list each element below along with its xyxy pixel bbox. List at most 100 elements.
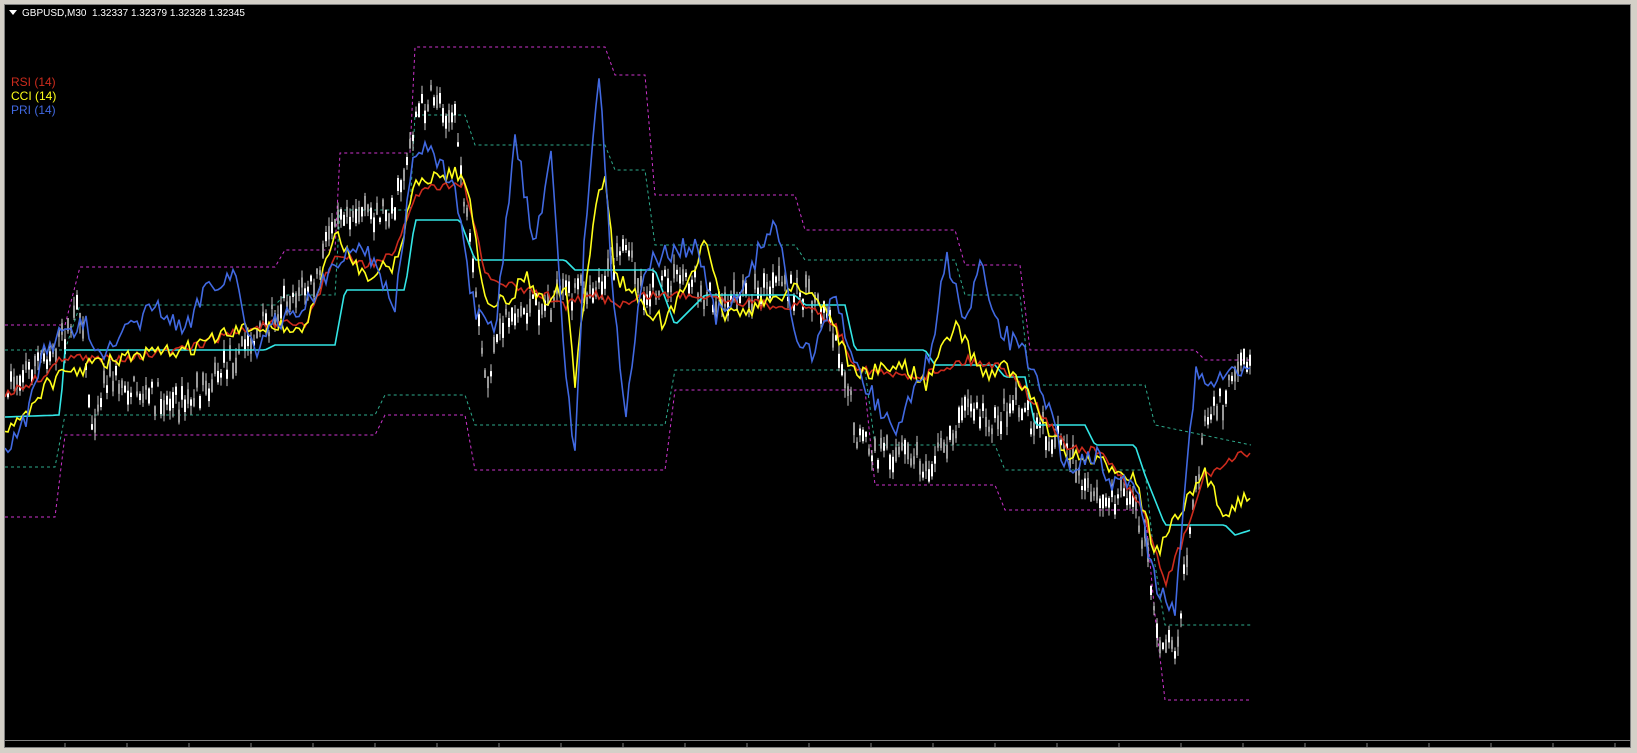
candle-body <box>364 196 366 211</box>
candle-body <box>922 471 924 478</box>
candle-body <box>310 275 312 282</box>
candle-body <box>1219 388 1221 397</box>
candle-body <box>133 376 135 381</box>
candle-body <box>673 264 675 279</box>
candle-body <box>88 394 90 408</box>
candle-body <box>1027 399 1029 410</box>
candle-body <box>400 180 402 193</box>
candle-body <box>877 459 879 469</box>
candle-body <box>481 347 483 354</box>
candle-body <box>928 469 930 482</box>
candle-body <box>526 313 528 324</box>
candle-body <box>766 282 768 290</box>
candle-body <box>28 362 30 370</box>
candle-body <box>331 221 333 234</box>
candle-body <box>931 464 933 477</box>
price-chart[interactable] <box>5 5 1631 748</box>
candle-body <box>895 447 897 462</box>
candle-body <box>412 134 414 142</box>
candle-body <box>337 209 339 224</box>
candle-body <box>934 455 936 464</box>
candle-body <box>1102 494 1104 509</box>
candle-body <box>181 386 183 400</box>
candle-body <box>502 322 504 338</box>
candle-body <box>1228 375 1230 381</box>
candle-body <box>856 441 858 448</box>
candle-body <box>1012 400 1014 411</box>
candle-body <box>232 363 234 379</box>
candle-body <box>1054 436 1056 448</box>
candle-body <box>574 283 576 288</box>
candle-body <box>715 301 717 313</box>
candle-body <box>187 389 189 404</box>
candle-body <box>1183 564 1185 574</box>
candle-body <box>304 288 306 296</box>
candle-body <box>1216 405 1218 420</box>
candle-body <box>322 243 324 258</box>
candle-body <box>991 428 993 435</box>
candle-body <box>631 250 633 258</box>
candle-body <box>472 258 474 273</box>
candle-body <box>883 442 885 451</box>
candle-body <box>925 461 927 472</box>
candle-body <box>781 281 783 287</box>
candle-body <box>799 292 801 297</box>
candle-body <box>454 104 456 116</box>
candle-body <box>433 97 435 106</box>
candle-body <box>385 209 387 222</box>
candle-body <box>1018 407 1020 418</box>
candle-body <box>10 371 12 382</box>
candle-body <box>1123 488 1125 496</box>
candle-body <box>22 370 24 383</box>
candle-body <box>103 370 105 384</box>
candle-body <box>295 293 297 308</box>
candle-body <box>127 390 129 405</box>
candle-body <box>757 287 759 299</box>
candle-body <box>1168 630 1170 643</box>
legend-cci: CCI (14) <box>11 89 57 103</box>
candle-body <box>1213 396 1215 406</box>
symbol-bar[interactable]: GBPUSD,M30 1.32337 1.32379 1.32328 1.323… <box>9 7 245 21</box>
candle-body <box>1003 398 1005 404</box>
candle-body <box>1186 555 1188 568</box>
candle-body <box>223 349 225 363</box>
candle-body <box>91 424 93 430</box>
candle-body <box>313 282 315 297</box>
candle-body <box>115 366 117 376</box>
chevron-down-icon[interactable] <box>9 9 17 15</box>
candle-body <box>541 304 543 315</box>
candle-body <box>136 391 138 396</box>
candle-body <box>163 400 165 416</box>
quote-values: 1.32337 1.32379 1.32328 1.32345 <box>92 8 245 19</box>
candle-body <box>664 269 666 277</box>
candle-body <box>139 393 141 401</box>
candle-body <box>112 380 114 392</box>
candle-body <box>880 437 882 449</box>
candle-body <box>691 279 693 287</box>
candle-body <box>832 333 834 348</box>
candle-body <box>967 398 969 408</box>
candle-body <box>376 202 378 215</box>
candle-body <box>949 426 951 440</box>
candle-body <box>451 112 453 123</box>
candle-body <box>1093 491 1095 497</box>
candle-body <box>1030 428 1032 435</box>
candle-body <box>184 399 186 412</box>
candle-body <box>142 393 144 403</box>
candle-body <box>709 282 711 292</box>
candle-body <box>448 110 450 123</box>
candle-body <box>1150 586 1152 595</box>
candle-body <box>652 273 654 288</box>
candle-body <box>586 292 588 305</box>
candle-body <box>1099 498 1101 508</box>
chart-window[interactable]: GBPUSD,M30 1.32337 1.32379 1.32328 1.323… <box>4 4 1631 748</box>
candle-body <box>889 454 891 470</box>
candle-body <box>34 356 36 367</box>
candle-body <box>1162 642 1164 650</box>
candle-body <box>970 403 972 412</box>
candle-body <box>805 274 807 288</box>
indicator-legend: RSI (14) CCI (14) PRI (14) <box>11 75 56 117</box>
candle-body <box>424 110 426 124</box>
candle-body <box>352 211 354 218</box>
candle-body <box>169 398 171 411</box>
